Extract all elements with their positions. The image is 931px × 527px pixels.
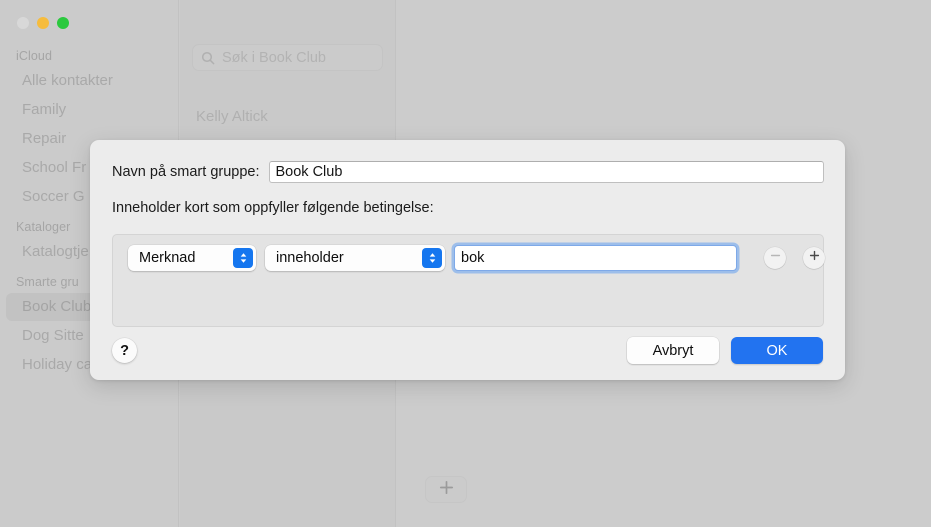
dialog-button-bar: Avbryt OK [627,337,823,364]
ok-button[interactable]: OK [731,337,823,364]
criterion-field-dropdown[interactable]: Merknad [128,245,256,271]
maximize-window-button[interactable] [57,17,69,29]
criteria-container: Merknad inneholder [112,234,825,327]
list-item[interactable]: Kelly Altick [196,108,268,125]
criterion-operator-value: inneholder [276,250,344,266]
criterion-operator-dropdown[interactable]: inneholder [265,245,445,271]
plus-icon [439,480,454,500]
search-placeholder-text: Søk i Book Club [222,49,326,66]
chevron-up-down-icon [422,248,442,268]
question-mark-icon: ? [120,342,129,359]
chevron-up-down-icon [233,248,253,268]
sidebar-item-alle-kontakter[interactable]: Alle kontakter [6,67,173,95]
minus-icon [769,249,782,267]
minimize-window-button[interactable] [37,17,49,29]
sidebar-item-family[interactable]: Family [6,96,173,124]
group-name-label: Navn på smart gruppe: [112,164,260,180]
close-window-button[interactable] [17,17,29,29]
condition-description-label: Inneholder kort som oppfyller følgende b… [112,200,434,216]
window-controls [17,17,69,29]
remove-criterion-button[interactable] [764,247,786,269]
help-button[interactable]: ? [112,338,137,363]
plus-icon [808,249,821,267]
cancel-button[interactable]: Avbryt [627,337,719,364]
criterion-field-value: Merknad [139,250,196,266]
search-field[interactable]: Søk i Book Club [192,44,383,71]
criteria-row: Merknad inneholder [128,245,825,271]
smart-group-dialog: Navn på smart gruppe: Inneholder kort so… [90,140,845,380]
group-name-row: Navn på smart gruppe: [112,160,824,184]
contacts-window: iCloud Alle kontakter Family Repair Scho… [0,0,931,527]
criterion-value-input[interactable] [454,245,737,271]
sidebar-header-icloud: iCloud [16,49,53,63]
add-criterion-button[interactable] [803,247,825,269]
search-icon [201,51,215,65]
group-name-input[interactable] [268,161,824,183]
add-contact-button[interactable] [425,476,467,503]
